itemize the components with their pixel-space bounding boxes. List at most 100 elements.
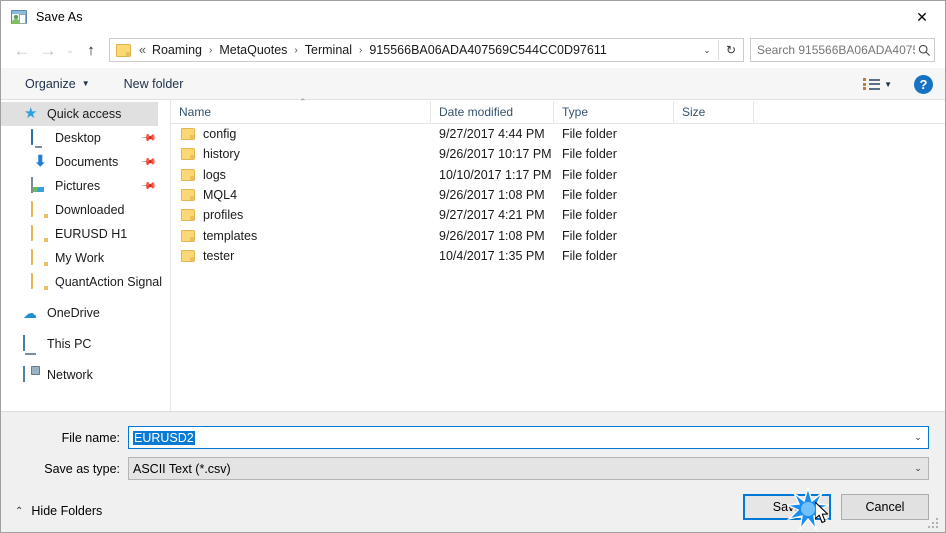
search-input[interactable]: Search 915566BA06ADA40756... — [751, 43, 915, 57]
chevron-down-icon: ▼ — [884, 79, 892, 89]
column-label: Name — [179, 105, 212, 119]
breadcrumb-item-roaming[interactable]: Roaming — [149, 42, 205, 58]
save-as-icon — [11, 9, 27, 25]
hide-folders-button[interactable]: ⌃ Hide Folders — [15, 504, 102, 518]
breadcrumb-item-terminal-id[interactable]: 915566BA06ADA407569C544CC0D97611 — [366, 42, 609, 58]
cell-type: File folder — [562, 127, 617, 142]
up-button[interactable]: ↑ — [79, 37, 103, 63]
cell-size — [674, 185, 754, 205]
organize-label: Organize — [25, 76, 76, 91]
toolbar-right-group: ▼ ? — [863, 68, 933, 100]
organize-button[interactable]: Organize ▼ — [17, 73, 98, 95]
cell-size — [674, 165, 754, 185]
sidebar-item-eurusd-h1[interactable]: EURUSD H1 — [1, 222, 170, 246]
table-row[interactable]: history 9/26/2017 10:17 PM File folder — [171, 144, 945, 164]
cell-date: 9/26/2017 1:08 PM — [439, 188, 545, 203]
folder-icon — [181, 128, 195, 141]
sidebar-item-quick-access[interactable]: ★ Quick access — [1, 102, 158, 126]
cell-date: 10/4/2017 1:35 PM — [439, 248, 545, 263]
pc-icon — [23, 335, 40, 352]
dialog-buttons: Save Cancel — [743, 494, 929, 520]
column-header-type[interactable]: Type — [554, 101, 674, 123]
save-button[interactable]: Save — [743, 494, 831, 520]
breadcrumb-item-metaquotes[interactable]: MetaQuotes — [216, 42, 290, 58]
picture-icon — [31, 177, 48, 194]
sidebar-item-downloaded[interactable]: Downloaded — [1, 198, 170, 222]
folder-icon — [181, 229, 195, 242]
breadcrumb-separator[interactable]: › — [290, 45, 301, 56]
folder-icon — [116, 43, 131, 57]
new-folder-button[interactable]: New folder — [116, 73, 192, 95]
file-name-label: File name: — [61, 430, 120, 445]
sidebar-item-onedrive[interactable]: ☁ OneDrive — [1, 301, 170, 325]
column-header-size[interactable]: Size — [674, 101, 754, 123]
cell-type: File folder — [562, 147, 617, 162]
pin-icon[interactable]: 📌 — [139, 178, 156, 195]
cell-date: 10/10/2017 1:17 PM — [439, 167, 552, 182]
close-icon[interactable]: ✕ — [899, 1, 945, 32]
resize-grip[interactable] — [928, 516, 941, 529]
column-header-date-modified[interactable]: Date modified — [431, 101, 554, 123]
sidebar-item-my-work[interactable]: My Work — [1, 246, 170, 270]
cell-date: 9/27/2017 4:44 PM — [439, 127, 545, 142]
breadcrumb-separator[interactable]: › — [355, 45, 366, 56]
sidebar-item-documents[interactable]: ⬇ Documents 📌 — [1, 150, 170, 174]
table-row[interactable]: templates 9/26/2017 1:08 PM File folder — [171, 225, 945, 245]
folder-icon — [181, 189, 195, 202]
breadcrumb: « Roaming › MetaQuotes › Terminal › 9155… — [136, 42, 696, 58]
chevron-down-icon[interactable]: ⌄ — [696, 39, 718, 61]
pin-icon[interactable]: 📌 — [139, 154, 156, 171]
sidebar-item-label: Quick access — [47, 107, 122, 121]
breadcrumb-separator[interactable]: › — [205, 45, 216, 56]
network-icon — [23, 366, 40, 383]
forward-button[interactable]: → — [35, 37, 61, 63]
column-header-name[interactable]: Name ⌃ — [171, 97, 431, 123]
help-button[interactable]: ? — [914, 74, 933, 94]
table-row[interactable]: tester 10/4/2017 1:35 PM File folder — [171, 246, 945, 266]
download-arrow-icon: ⬇ — [34, 153, 47, 170]
folder-icon — [31, 225, 48, 242]
cell-name: history — [171, 144, 431, 164]
navigation-bar: ← → ⌄ ↑ « Roaming › MetaQuotes › Termina… — [1, 32, 945, 68]
sidebar-item-label: Desktop — [55, 131, 101, 145]
sidebar-item-network[interactable]: Network — [1, 363, 170, 387]
refresh-icon[interactable]: ↻ — [719, 39, 743, 61]
recent-locations-button[interactable]: ⌄ — [61, 37, 79, 63]
sidebar-item-label: EURUSD H1 — [55, 227, 128, 241]
selected-text: EURUSD2 — [133, 430, 195, 445]
sidebar-item-label: QuantAction Signal — [55, 275, 163, 289]
breadcrumb-item-terminal[interactable]: Terminal — [302, 42, 355, 58]
cell-name: logs — [171, 165, 431, 185]
sidebar-item-quantaction-signal[interactable]: QuantAction Signal — [1, 270, 170, 294]
sidebar-item-desktop[interactable]: Desktop 📌 — [1, 126, 170, 150]
change-view-button[interactable]: ▼ — [863, 77, 892, 91]
column-label: Date modified — [439, 105, 514, 119]
cell-type: File folder — [562, 167, 617, 182]
cancel-button[interactable]: Cancel — [841, 494, 929, 520]
sidebar-item-label: Network — [47, 368, 93, 382]
pin-icon[interactable]: 📌 — [139, 130, 156, 147]
navigation-pane: ★ Quick access Desktop 📌 ⬇ Documents 📌 P… — [1, 100, 171, 411]
table-row[interactable]: MQL4 9/26/2017 1:08 PM File folder — [171, 185, 945, 205]
cell-size — [674, 246, 754, 266]
table-row[interactable]: logs 10/10/2017 1:17 PM File folder — [171, 165, 945, 185]
window-title: Save As — [36, 9, 83, 24]
sidebar-item-label: This PC — [47, 337, 92, 351]
search-box[interactable]: Search 915566BA06ADA40756... — [750, 38, 935, 62]
breadcrumb-overflow[interactable]: « — [136, 42, 149, 58]
address-bar[interactable]: « Roaming › MetaQuotes › Terminal › 9155… — [109, 38, 744, 62]
table-row[interactable]: config 9/27/2017 4:44 PM File folder — [171, 124, 945, 144]
star-icon: ★ — [24, 105, 38, 122]
file-name: MQL4 — [203, 188, 238, 203]
save-as-type-select[interactable]: ASCII Text (*.csv) ⌄ — [128, 457, 929, 480]
cell-date: 9/27/2017 4:21 PM — [439, 208, 545, 223]
chevron-down-icon[interactable]: ⌄ — [908, 463, 928, 474]
cell-date: 9/26/2017 10:17 PM — [439, 147, 552, 162]
chevron-down-icon[interactable]: ⌄ — [908, 432, 928, 443]
table-row[interactable]: profiles 9/27/2017 4:21 PM File folder — [171, 205, 945, 225]
cell-name: profiles — [171, 205, 431, 225]
file-name-input[interactable]: EURUSD2 ⌄ — [128, 426, 929, 449]
sidebar-item-this-pc[interactable]: This PC — [1, 332, 170, 356]
sidebar-item-pictures[interactable]: Pictures 📌 — [1, 174, 170, 198]
back-button[interactable]: ← — [9, 37, 35, 63]
